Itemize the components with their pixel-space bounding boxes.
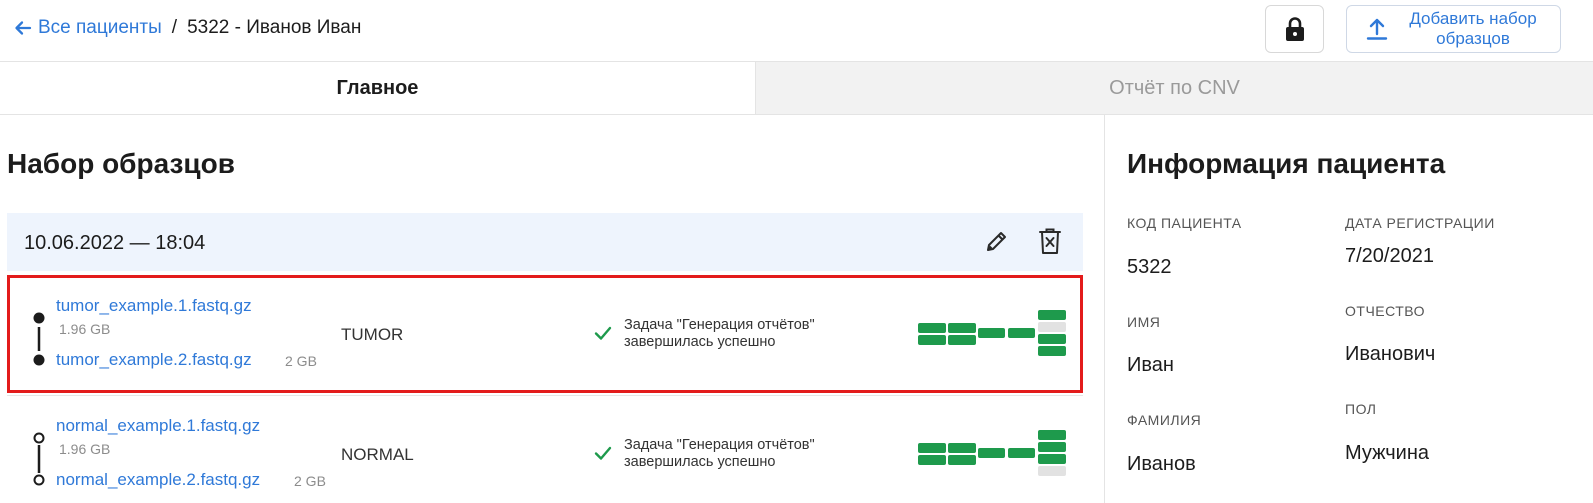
file-link[interactable]: tumor_example.1.fastq.gz — [56, 296, 252, 316]
sex-label: ПОЛ — [1345, 401, 1377, 417]
breadcrumb-current-patient: 5322 - Иванов Иван — [187, 17, 362, 38]
file-size: 1.96 GB — [59, 321, 111, 337]
breadcrumb-separator: / — [171, 17, 178, 38]
tab-cnv-report[interactable]: Отчёт по CNV — [755, 62, 1593, 114]
status-text: Задача "Генерация отчётов" завершилась у… — [624, 317, 815, 350]
file-size: 1.96 GB — [59, 441, 111, 457]
file-link[interactable]: normal_example.2.fastq.gz — [56, 470, 260, 490]
patient-info-panel: Информация пациента КОД ПАЦИЕНТА 5322 ДА… — [1104, 115, 1593, 503]
patronymic-label: ОТЧЕСТВО — [1345, 303, 1426, 319]
file-link[interactable]: normal_example.1.fastq.gz — [56, 416, 260, 436]
pencil-icon[interactable] — [984, 228, 1010, 254]
arrow-left-icon[interactable] — [14, 19, 32, 37]
file-size: 2 GB — [294, 473, 326, 489]
sample-set-header: 10.06.2022 — 18:04 — [7, 213, 1083, 271]
file-pair-icon — [33, 432, 45, 486]
status-text: Задача "Генерация отчётов" завершилась у… — [624, 437, 815, 470]
patient-code-value: 5322 — [1127, 256, 1172, 278]
last-name-value: Иванов — [1127, 453, 1196, 475]
pipeline-progress-icon — [918, 430, 1066, 476]
sample-row-normal: normal_example.1.fastq.gz 1.96 GB normal… — [7, 395, 1083, 503]
first-name-label: ИМЯ — [1127, 314, 1161, 330]
tab-bar: Главное Отчёт по CNV — [0, 62, 1593, 115]
trash-icon[interactable] — [1037, 227, 1063, 255]
patient-code-label: КОД ПАЦИЕНТА — [1127, 215, 1242, 231]
samples-panel: Набор образцов 10.06.2022 — 18:04 tumor_… — [0, 115, 1104, 503]
check-icon — [594, 326, 612, 340]
patient-info-title: Информация пациента — [1127, 148, 1446, 179]
file-size: 2 GB — [285, 353, 317, 369]
sample-row-tumor: tumor_example.1.fastq.gz 1.96 GB tumor_e… — [7, 275, 1083, 393]
last-name-label: ФАМИЛИЯ — [1127, 412, 1202, 428]
breadcrumb-all-patients-link[interactable]: Все пациенты — [38, 17, 162, 39]
registration-date-label: ДАТА РЕГИСТРАЦИИ — [1345, 215, 1495, 231]
lock-icon — [1285, 17, 1304, 41]
patronymic-value: Иванович — [1345, 343, 1436, 365]
check-icon — [594, 446, 612, 460]
samples-section-title: Набор образцов — [7, 148, 235, 179]
tab-main[interactable]: Главное — [0, 62, 755, 114]
top-header: Все пациенты / 5322 - Иванов Иван Добави… — [0, 0, 1593, 62]
first-name-value: Иван — [1127, 354, 1174, 376]
add-sample-set-label: Добавить набор образцов — [1409, 9, 1537, 48]
sex-value: Мужчина — [1345, 442, 1430, 464]
registration-date-value: 7/20/2021 — [1345, 245, 1434, 267]
sample-set-date: 10.06.2022 — 18:04 — [24, 232, 206, 254]
pipeline-progress-icon — [918, 310, 1066, 356]
file-pair-icon — [33, 312, 45, 366]
file-link[interactable]: tumor_example.2.fastq.gz — [56, 350, 252, 370]
sample-type: TUMOR — [341, 325, 404, 344]
add-sample-set-button[interactable]: Добавить набор образцов — [1346, 5, 1561, 53]
breadcrumb: Все пациенты / 5322 - Иванов Иван — [14, 17, 361, 39]
sample-type: NORMAL — [341, 445, 414, 464]
upload-icon — [1366, 18, 1388, 40]
lock-button[interactable] — [1265, 5, 1324, 53]
